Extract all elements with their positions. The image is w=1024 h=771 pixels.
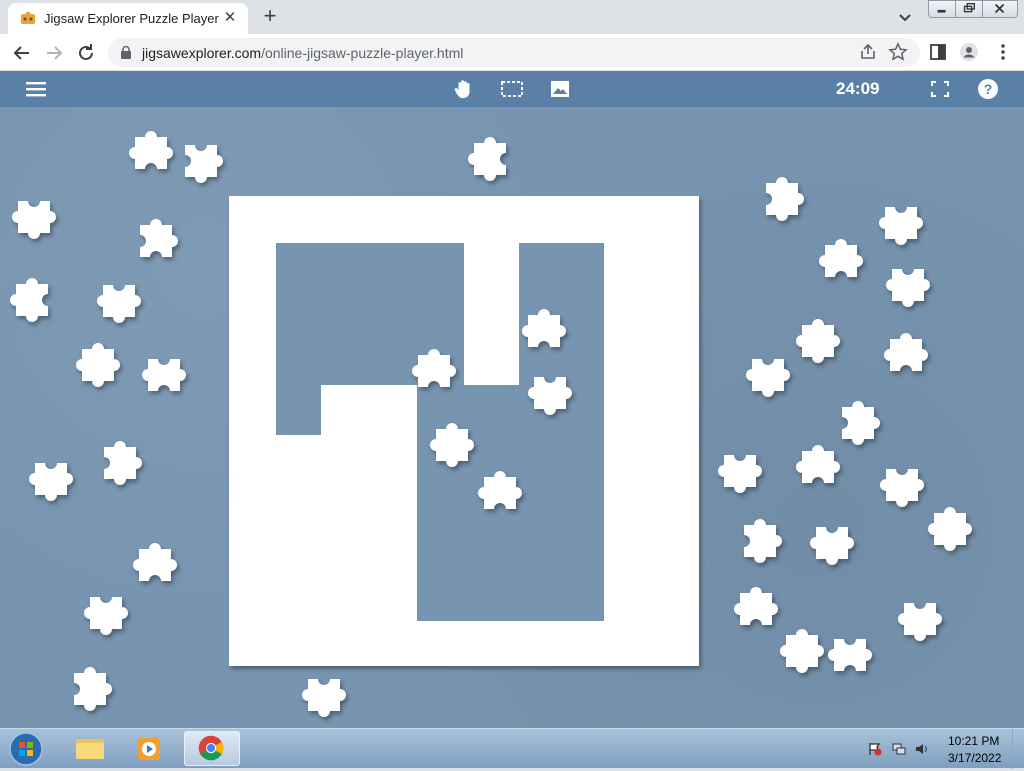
minimize-window-button[interactable]	[928, 0, 956, 18]
network-icon[interactable]	[892, 742, 906, 756]
puzzle-piece[interactable]	[82, 589, 130, 637]
fullscreen-icon[interactable]	[928, 78, 952, 100]
more-menu-icon[interactable]	[993, 42, 1013, 62]
puzzle-piece[interactable]	[140, 351, 188, 399]
new-tab-button[interactable]: +	[258, 5, 282, 29]
url-text[interactable]: jigsawexplorer.com/online-jigsaw-puzzle-…	[142, 45, 463, 61]
menu-icon[interactable]	[24, 78, 48, 100]
empty-area	[276, 385, 321, 435]
puzzle-piece[interactable]	[794, 317, 842, 365]
puzzle-piece[interactable]	[744, 351, 792, 399]
puzzle-piece[interactable]	[758, 175, 806, 223]
puzzle-piece[interactable]	[131, 541, 179, 589]
image-icon[interactable]	[548, 78, 572, 100]
puzzle-piece[interactable]	[826, 631, 874, 679]
back-arrow-icon[interactable]	[10, 41, 34, 65]
puzzle-piece[interactable]	[466, 135, 514, 183]
puzzle-piece[interactable]	[27, 455, 75, 503]
share-icon[interactable]	[858, 42, 878, 62]
show-desktop-button[interactable]	[1012, 729, 1024, 769]
puzzle-toolbar: 24:09 ?	[0, 71, 1024, 107]
close-window-button[interactable]	[982, 0, 1018, 18]
puzzle-piece[interactable]	[882, 331, 930, 379]
action-center-flag-icon[interactable]	[868, 742, 882, 756]
bookmark-star-icon[interactable]	[888, 42, 908, 62]
chevron-down-icon[interactable]	[896, 8, 914, 26]
puzzle-piece[interactable]	[896, 595, 944, 643]
puzzle-piece[interactable]	[132, 217, 180, 265]
taskbar-chrome-button[interactable]	[184, 731, 240, 766]
clock-time[interactable]: 10:21 PM	[948, 734, 999, 748]
taskbar-media-player-button[interactable]	[122, 731, 178, 766]
puzzle-piece[interactable]	[794, 443, 842, 491]
puzzle-piece[interactable]	[736, 517, 784, 565]
taskbar-explorer-button[interactable]	[62, 731, 118, 766]
volume-icon[interactable]	[915, 742, 929, 756]
tab-title: Jigsaw Explorer Puzzle Player	[44, 11, 219, 26]
puzzle-piece[interactable]	[716, 447, 764, 495]
puzzle-piece[interactable]	[177, 137, 225, 185]
puzzle-piece[interactable]	[526, 369, 574, 417]
puzzle-piece[interactable]	[878, 461, 926, 509]
close-tab-icon[interactable]: ✕	[220, 8, 240, 28]
puzzle-piece[interactable]	[8, 276, 56, 324]
puzzle-piece[interactable]	[66, 665, 114, 713]
profile-avatar-icon[interactable]	[959, 42, 979, 62]
puzzle-piece[interactable]	[476, 469, 524, 517]
media-player-icon	[138, 738, 160, 760]
reload-icon[interactable]	[74, 41, 98, 65]
puzzle-piece[interactable]	[428, 421, 476, 469]
puzzle-piece[interactable]	[834, 399, 882, 447]
folder-icon	[76, 739, 104, 759]
restore-window-button[interactable]	[955, 0, 983, 18]
puzzle-piece[interactable]	[817, 237, 865, 285]
puzzle-piece[interactable]	[520, 307, 568, 355]
svg-text:?: ?	[984, 81, 993, 97]
lock-icon[interactable]	[120, 46, 132, 59]
puzzle-piece[interactable]	[410, 347, 458, 395]
puzzle-piece[interactable]	[778, 627, 826, 675]
help-icon[interactable]: ?	[976, 78, 1000, 100]
puzzle-piece[interactable]	[300, 671, 348, 719]
puzzle-piece[interactable]	[96, 439, 144, 487]
puzzle-piece[interactable]	[877, 199, 925, 247]
timer: 24:09	[836, 79, 880, 98]
puzzle-favicon-icon	[21, 11, 35, 24]
puzzle-piece[interactable]	[926, 505, 974, 553]
hand-icon[interactable]	[452, 78, 476, 100]
url-path: /online-jigsaw-puzzle-player.html	[261, 45, 464, 61]
puzzle-piece[interactable]	[127, 129, 175, 177]
browser-toolbar: jigsawexplorer.com/online-jigsaw-puzzle-…	[0, 34, 1024, 71]
puzzle-table[interactable]: 24:09 ?	[0, 71, 1024, 728]
tab-jigsaw-explorer[interactable]: Jigsaw Explorer Puzzle Player ✕	[8, 3, 248, 34]
url-domain: jigsawexplorer.com	[142, 45, 262, 61]
puzzle-piece[interactable]	[884, 261, 932, 309]
puzzle-piece[interactable]	[10, 193, 58, 241]
puzzle-piece[interactable]	[808, 519, 856, 567]
clock-date[interactable]: 3/17/2022	[948, 751, 1001, 765]
puzzle-piece[interactable]	[732, 585, 780, 633]
puzzle-piece[interactable]	[74, 341, 122, 389]
windows-start-icon[interactable]	[6, 731, 46, 767]
forward-arrow-icon[interactable]	[42, 41, 66, 65]
puzzle-piece[interactable]	[95, 277, 143, 325]
tab-strip: Jigsaw Explorer Puzzle Player ✕ +	[0, 0, 1024, 34]
address-bar[interactable]: jigsawexplorer.com/online-jigsaw-puzzle-…	[108, 38, 920, 67]
side-panel-icon[interactable]	[928, 42, 948, 62]
chrome-icon	[198, 735, 224, 761]
select-icon[interactable]	[500, 78, 524, 100]
taskbar: 10:21 PM 3/17/2022	[0, 728, 1024, 769]
